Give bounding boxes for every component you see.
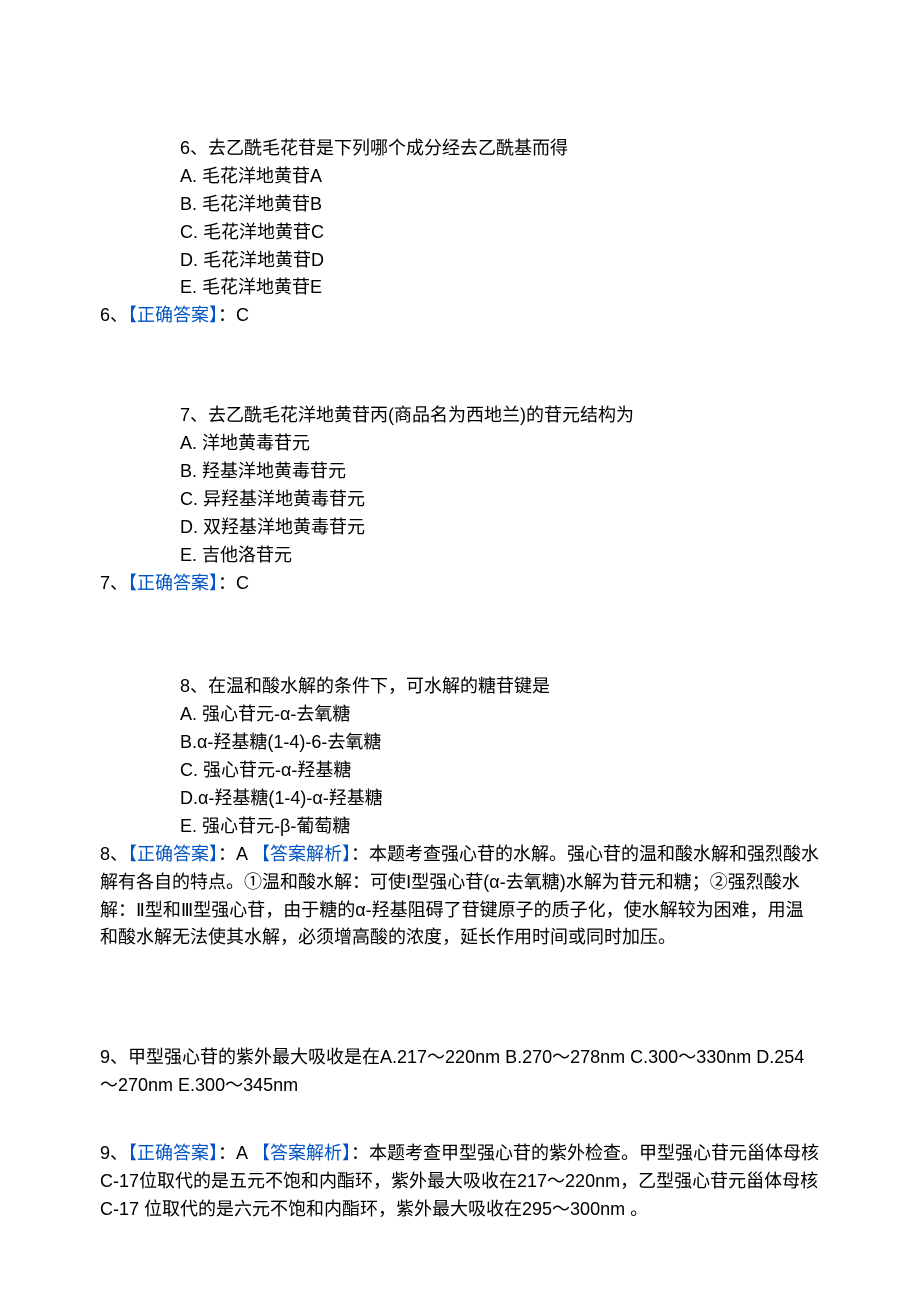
- answer-value: ：C: [218, 573, 249, 593]
- answer-value: ：A: [218, 844, 252, 864]
- question-8: 8、在温和酸水解的条件下，可水解的糖苷键是 A. 强心苷元-α-去氧糖 B.α-…: [100, 673, 820, 952]
- question-7: 7、去乙酰毛花洋地黄苷丙(商品名为西地兰)的苷元结构为 A. 洋地黄毒苷元 B.…: [100, 402, 820, 597]
- spacer: [100, 964, 820, 1044]
- correct-answer-label: 【正确答案】: [128, 1143, 218, 1163]
- option-d: D.α-羟基糖(1-4)-α-羟基糖: [180, 785, 820, 813]
- question-9: 9、甲型强心苷的紫外最大吸收是在A.217～220nm B.270～278nm …: [100, 1044, 820, 1223]
- option-c: C. 毛花洋地黄苷C: [180, 219, 820, 247]
- answer-prefix: 8、: [100, 844, 128, 864]
- option-a: A. 毛花洋地黄苷A: [180, 163, 820, 191]
- option-e: E. 吉他洛苷元: [180, 542, 820, 570]
- option-a: A. 洋地黄毒苷元: [180, 430, 820, 458]
- option-d: D. 毛花洋地黄苷D: [180, 247, 820, 275]
- question-7-options: A. 洋地黄毒苷元 B. 羟基洋地黄毒苷元 C. 异羟基洋地黄毒苷元 D. 双羟…: [100, 430, 820, 569]
- question-7-stem: 7、去乙酰毛花洋地黄苷丙(商品名为西地兰)的苷元结构为: [100, 402, 820, 430]
- document-page: 6、去乙酰毛花苷是下列哪个成分经去乙酰基而得 A. 毛花洋地黄苷A B. 毛花洋…: [0, 0, 920, 1316]
- spacer: [100, 342, 820, 402]
- explanation-label: 【答案解析】: [252, 844, 351, 864]
- answer-9: 9、【正确答案】：A 【答案解析】：本题考查甲型强心苷的紫外检查。甲型强心苷元甾…: [100, 1140, 820, 1224]
- answer-6: 6、【正确答案】：C: [100, 302, 820, 330]
- explanation-label: 【答案解析】: [252, 1143, 351, 1163]
- option-a: A. 强心苷元-α-去氧糖: [180, 701, 820, 729]
- question-9-stem: 9、甲型强心苷的紫外最大吸收是在A.217～220nm B.270～278nm …: [100, 1044, 820, 1100]
- answer-7: 7、【正确答案】：C: [100, 570, 820, 598]
- answer-prefix: 7、: [100, 573, 128, 593]
- option-b: B.α-羟基糖(1-4)-6-去氧糖: [180, 729, 820, 757]
- spacer: [100, 1100, 820, 1140]
- correct-answer-label: 【正确答案】: [128, 844, 218, 864]
- question-6-stem: 6、去乙酰毛花苷是下列哪个成分经去乙酰基而得: [100, 135, 820, 163]
- option-b: B. 羟基洋地黄毒苷元: [180, 458, 820, 486]
- question-6-options: A. 毛花洋地黄苷A B. 毛花洋地黄苷B C. 毛花洋地黄苷C D. 毛花洋地…: [100, 163, 820, 302]
- question-8-options: A. 强心苷元-α-去氧糖 B.α-羟基糖(1-4)-6-去氧糖 C. 强心苷元…: [100, 701, 820, 840]
- option-d: D. 双羟基洋地黄毒苷元: [180, 514, 820, 542]
- correct-answer-label: 【正确答案】: [128, 573, 218, 593]
- answer-prefix: 6、: [100, 305, 128, 325]
- question-6: 6、去乙酰毛花苷是下列哪个成分经去乙酰基而得 A. 毛花洋地黄苷A B. 毛花洋…: [100, 135, 820, 330]
- option-c: C. 异羟基洋地黄毒苷元: [180, 486, 820, 514]
- option-b: B. 毛花洋地黄苷B: [180, 191, 820, 219]
- option-e: E. 毛花洋地黄苷E: [180, 274, 820, 302]
- answer-prefix: 9、: [100, 1143, 128, 1163]
- option-c: C. 强心苷元-α-羟基糖: [180, 757, 820, 785]
- answer-value: ：C: [218, 305, 249, 325]
- option-e: E. 强心苷元-β-葡萄糖: [180, 813, 820, 841]
- question-8-stem: 8、在温和酸水解的条件下，可水解的糖苷键是: [100, 673, 820, 701]
- answer-8: 8、【正确答案】：A 【答案解析】：本题考查强心苷的水解。强心苷的温和酸水解和强…: [100, 841, 820, 953]
- spacer: [100, 609, 820, 673]
- correct-answer-label: 【正确答案】: [128, 305, 218, 325]
- answer-value: ：A: [218, 1143, 252, 1163]
